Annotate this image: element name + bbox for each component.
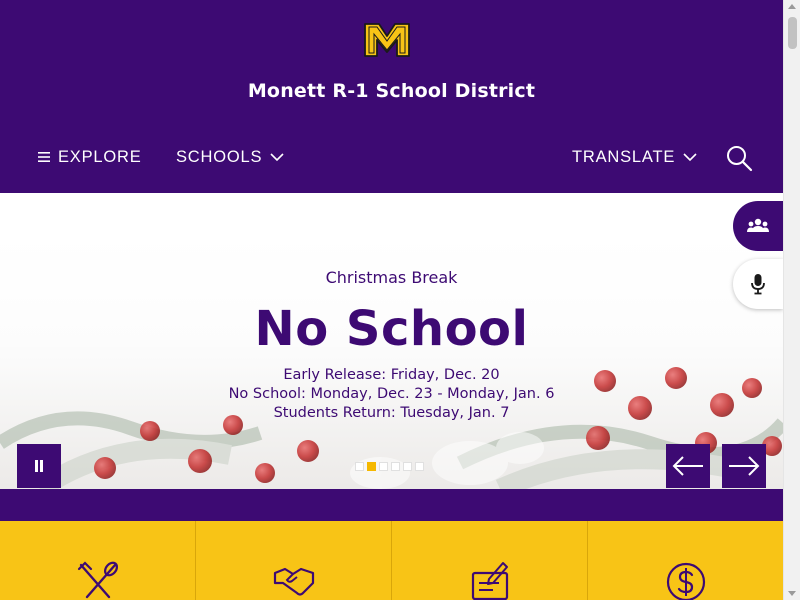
- site-title[interactable]: Monett R-1 School District: [0, 80, 783, 102]
- quicklink-forms[interactable]: [391, 521, 587, 600]
- slide-indicators: [355, 462, 424, 471]
- slide-next-button[interactable]: [722, 444, 766, 488]
- chevron-down-icon: [270, 152, 284, 161]
- voice-search-button[interactable]: [733, 259, 783, 309]
- district-logo[interactable]: [363, 22, 411, 58]
- arrow-right-icon: [729, 456, 760, 476]
- slide-line-early-release: Early Release: Friday, Dec. 20: [283, 367, 500, 383]
- microphone-icon: [751, 274, 765, 295]
- arrow-left-icon: [672, 456, 703, 476]
- nav-explore-button[interactable]: EXPLORE: [38, 146, 142, 168]
- handshake-icon: [273, 567, 314, 596]
- quicklink-menus[interactable]: [0, 521, 195, 600]
- nav-translate-dropdown[interactable]: TRANSLATE: [572, 146, 697, 168]
- scroll-down-arrow[interactable]: [788, 591, 796, 596]
- slide-indicator-dot[interactable]: [415, 462, 424, 471]
- dollar-icon: [666, 562, 705, 600]
- slide-title: No School: [254, 301, 529, 357]
- slide-line-students-return: Students Return: Tuesday, Jan. 7: [273, 405, 510, 421]
- form-icon: [471, 562, 508, 600]
- page: Monett R-1 School District EXPLORE SCHOO…: [0, 0, 800, 600]
- slideshow-pause-button[interactable]: [17, 444, 61, 488]
- community-tab-button[interactable]: [733, 201, 783, 251]
- nav-schools-label: SCHOOLS: [176, 147, 263, 166]
- nav-translate-label: TRANSLATE: [572, 147, 676, 166]
- utensils-icon: [77, 561, 118, 599]
- slide-indicator-dot[interactable]: [391, 462, 400, 471]
- slide-prev-button[interactable]: [666, 444, 710, 488]
- scroll-up-arrow[interactable]: [788, 4, 796, 9]
- slide-line-no-school: No School: Monday, Dec. 23 - Monday, Jan…: [228, 386, 555, 402]
- slide-indicator-dot[interactable]: [367, 462, 376, 471]
- quicklink-partners[interactable]: [195, 521, 391, 600]
- quicklink-payments[interactable]: [587, 521, 783, 600]
- people-group-icon: [747, 218, 769, 232]
- nav-schools-dropdown[interactable]: SCHOOLS: [176, 146, 284, 168]
- scroll-thumb[interactable]: [788, 17, 797, 49]
- quicklinks-header-band: [0, 489, 783, 521]
- site-header: Monett R-1 School District EXPLORE SCHOO…: [0, 0, 783, 193]
- quicklinks-bar: [0, 521, 783, 600]
- page-scrollbar[interactable]: [783, 0, 800, 600]
- slide-indicator-dot[interactable]: [403, 462, 412, 471]
- slide-kicker: Christmas Break: [325, 268, 458, 287]
- slide-indicator-dot[interactable]: [379, 462, 388, 471]
- chevron-down-icon: [683, 152, 697, 161]
- pause-icon: [35, 460, 43, 472]
- nav-explore-label: EXPLORE: [58, 147, 142, 166]
- slide-indicator-dot[interactable]: [355, 462, 364, 471]
- hamburger-icon: [38, 152, 50, 162]
- search-icon[interactable]: [725, 144, 753, 172]
